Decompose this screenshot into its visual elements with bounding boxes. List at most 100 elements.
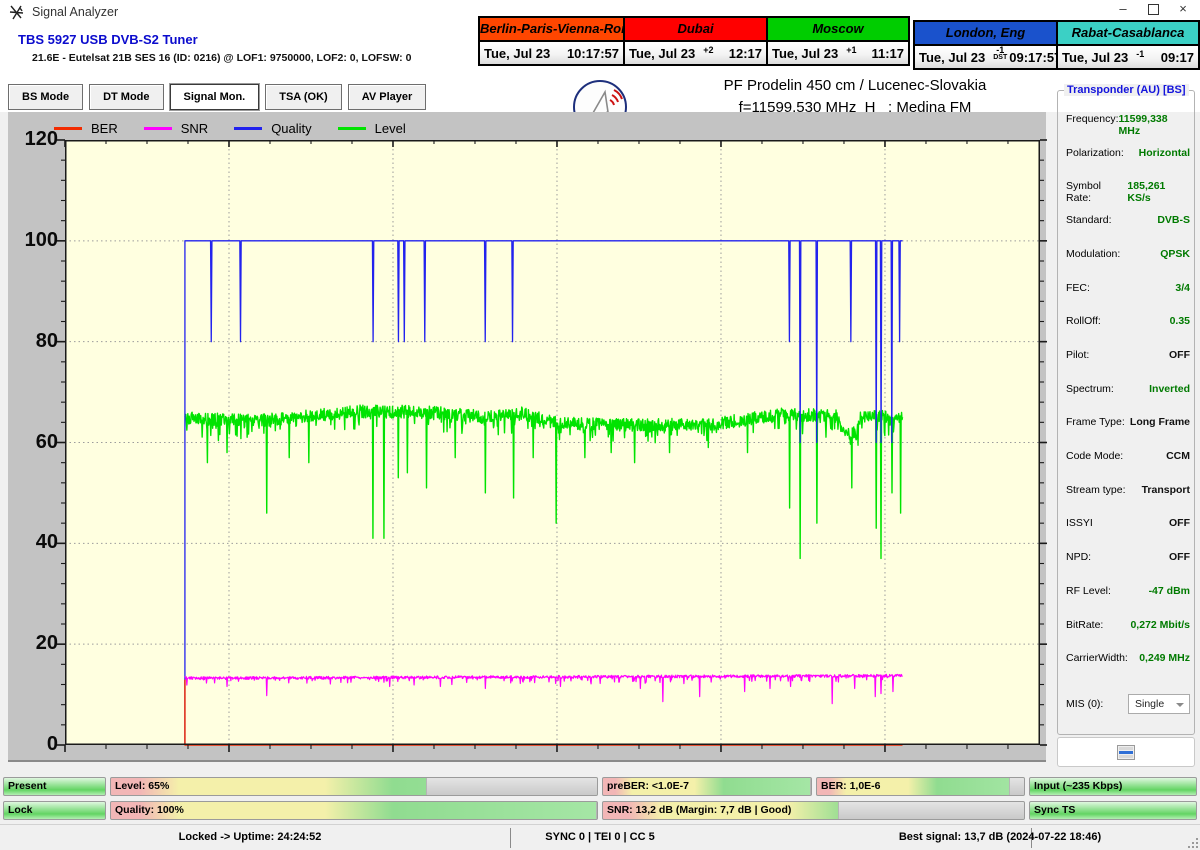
- transponder-row: Frame Type:Long Frame: [1066, 416, 1190, 430]
- transponder-row: Frequency:11599,338 MHz: [1066, 113, 1190, 127]
- preber-meter: preBER: <1.0E-7: [602, 777, 812, 796]
- transponder-row-value: 11599,338 MHz: [1119, 113, 1190, 127]
- transponder-row-label: Standard:: [1066, 214, 1112, 228]
- transponder-row-value: Inverted: [1149, 383, 1190, 397]
- transponder-row-value: 0,249 MHz: [1139, 652, 1190, 666]
- clock-utc-offset: -1DST: [993, 47, 1007, 61]
- maximize-button[interactable]: [1138, 0, 1168, 20]
- clock-time-row: Tue, Jul 23+111:17: [768, 42, 908, 64]
- tab-av-player[interactable]: AV Player: [348, 84, 427, 110]
- clock-city: Rabat-Casablanca: [1058, 22, 1198, 46]
- transponder-row-label: RF Level:: [1066, 585, 1111, 599]
- transponder-row-label: Symbol Rate:: [1066, 180, 1127, 194]
- clock-utc-offset: +2: [703, 47, 713, 54]
- clock-date: Tue, Jul 23: [484, 46, 550, 61]
- y-axis-tick-label: 40: [12, 531, 58, 554]
- transponder-title: Transponder (AU) [BS]: [1064, 84, 1189, 96]
- transponder-row-value: DVB-S: [1157, 214, 1190, 228]
- clock-time: 09:17: [1161, 50, 1194, 65]
- transponder-row-label: Pilot:: [1066, 349, 1089, 363]
- transport-list-button[interactable]: [1057, 737, 1195, 767]
- transponder-row-label: BitRate:: [1066, 619, 1103, 633]
- tab-tsa-ok-[interactable]: TSA (OK): [265, 84, 341, 110]
- transponder-row: Symbol Rate:185,261 KS/s: [1066, 180, 1190, 194]
- y-axis-tick-label: 20: [12, 632, 58, 655]
- transponder-row: CarrierWidth: 0,249 MHz: [1066, 652, 1190, 666]
- transponder-row-value: OFF: [1169, 551, 1190, 565]
- tab-signal-mon-[interactable]: Signal Mon.: [170, 84, 260, 110]
- clock-date: Tue, Jul 23: [772, 46, 838, 61]
- close-button[interactable]: ×: [1168, 0, 1198, 20]
- legend-label: BER: [91, 121, 118, 136]
- legend-label: Level: [375, 121, 406, 136]
- world-clocks-group-2: London, EngTue, Jul 23-1DST09:17:57Rabat…: [913, 20, 1200, 70]
- minimize-button[interactable]: –: [1108, 0, 1138, 20]
- transponder-row-value: Long Frame: [1130, 416, 1190, 430]
- clock-city: London, Eng: [915, 22, 1056, 46]
- clock-time: 09:17:57: [1009, 50, 1061, 65]
- transponder-panel: Transponder (AU) [BS] Frequency:11599,33…: [1057, 90, 1195, 735]
- tuner-subtitle: 21.6E - Eutelsat 21B SES 16 (ID: 0216) @…: [32, 52, 411, 64]
- transponder-row-label: Frequency:: [1066, 113, 1119, 127]
- transponder-row: Spectrum: Inverted: [1066, 383, 1190, 397]
- input-indicator: Input (~235 Kbps): [1029, 777, 1197, 796]
- legend-line-swatch: [144, 127, 172, 130]
- transponder-row-value: 185,261 KS/s: [1127, 180, 1190, 194]
- clock-time-row: Tue, Jul 23-1DST09:17:57: [915, 46, 1056, 68]
- transponder-row: Code Mode:CCM: [1066, 450, 1190, 464]
- mis-value: Single: [1135, 698, 1164, 710]
- transponder-row: NPD: OFF: [1066, 551, 1190, 565]
- transponder-row-label: Stream type:: [1066, 484, 1126, 498]
- transponder-row: Polarization: Horizontal: [1066, 147, 1190, 161]
- mode-tabs: BS ModeDT Mode Signal Mon.TSA (OK) AV Play…: [8, 84, 426, 110]
- y-axis-tick-label: 80: [12, 330, 58, 353]
- mis-label: MIS (0):: [1066, 698, 1103, 710]
- present-indicator: Present: [3, 777, 106, 796]
- transponder-row-label: NPD:: [1066, 551, 1091, 565]
- clock-rabat-casablanca: Rabat-CasablancaTue, Jul 23-109:17: [1057, 20, 1200, 70]
- clock-time-row: Tue, Jul 23+212:17: [625, 42, 766, 64]
- legend-label: Quality: [271, 121, 311, 136]
- statusbar-best-signal: Best signal: 13,7 dB (2024-07-22 18:46): [899, 831, 1101, 843]
- clock-time-row: Tue, Jul 23 10:17:57: [480, 42, 623, 64]
- clock-date: Tue, Jul 23: [919, 50, 985, 65]
- y-axis-tick-label: 60: [12, 431, 58, 454]
- mis-row: MIS (0): Single: [1066, 694, 1190, 714]
- legend-label: SNR: [181, 121, 208, 136]
- transponder-row-label: RollOff:: [1066, 315, 1101, 329]
- transponder-row: FEC:3/4: [1066, 282, 1190, 296]
- legend-line-swatch: [54, 127, 82, 130]
- transponder-row-label: Polarization:: [1066, 147, 1124, 161]
- transponder-row-label: Code Mode:: [1066, 450, 1123, 464]
- tab-bs-mode[interactable]: BS Mode: [8, 84, 83, 110]
- resize-grip[interactable]: [1186, 836, 1198, 848]
- transponder-row: BitRate:0,272 Mbit/s: [1066, 619, 1190, 633]
- satellite-dish-icon: [8, 4, 26, 22]
- transponder-row-label: Spectrum:: [1066, 383, 1114, 397]
- transponder-row-value: -47 dBm: [1149, 585, 1190, 599]
- transponder-row-value: Horizontal: [1139, 147, 1190, 161]
- legend-item-level: Level: [338, 121, 406, 136]
- transponder-row-value: QPSK: [1160, 248, 1190, 262]
- legend-item-quality: Quality: [234, 121, 311, 136]
- quality-meter: Quality: 100%: [110, 801, 598, 820]
- legend-line-swatch: [338, 127, 366, 130]
- status-bar: Locked -> Uptime: 24:24:52 SYNC 0 | TEI …: [0, 824, 1200, 850]
- clock-london-eng: London, EngTue, Jul 23-1DST09:17:57: [913, 20, 1057, 70]
- clock-time: 10:17:57: [567, 46, 619, 61]
- tuner-title: TBS 5927 USB DVB-S2 Tuner: [18, 32, 198, 47]
- clock-time-row: Tue, Jul 23-109:17: [1058, 46, 1198, 68]
- list-icon: [1117, 745, 1135, 760]
- tab-dt-mode[interactable]: DT Mode: [89, 84, 163, 110]
- clock-time: 12:17: [729, 46, 762, 61]
- mis-dropdown[interactable]: Single: [1128, 694, 1190, 714]
- transponder-row: Pilot:OFF: [1066, 349, 1190, 363]
- chart-legend: BER SNR Quality Level: [54, 118, 432, 138]
- level-meter: Level: 65%: [110, 777, 598, 796]
- clock-city: Berlin-Paris-Vienna-Roma: [480, 18, 623, 42]
- transponder-row-value: Transport: [1142, 484, 1190, 498]
- window-title: Signal Analyzer: [32, 5, 118, 19]
- transponder-row-label: CarrierWidth:: [1066, 652, 1128, 666]
- snr-meter: SNR: 13,2 dB (Margin: 7,7 dB | Good): [602, 801, 1025, 820]
- clock-moscow: MoscowTue, Jul 23+111:17: [767, 16, 910, 66]
